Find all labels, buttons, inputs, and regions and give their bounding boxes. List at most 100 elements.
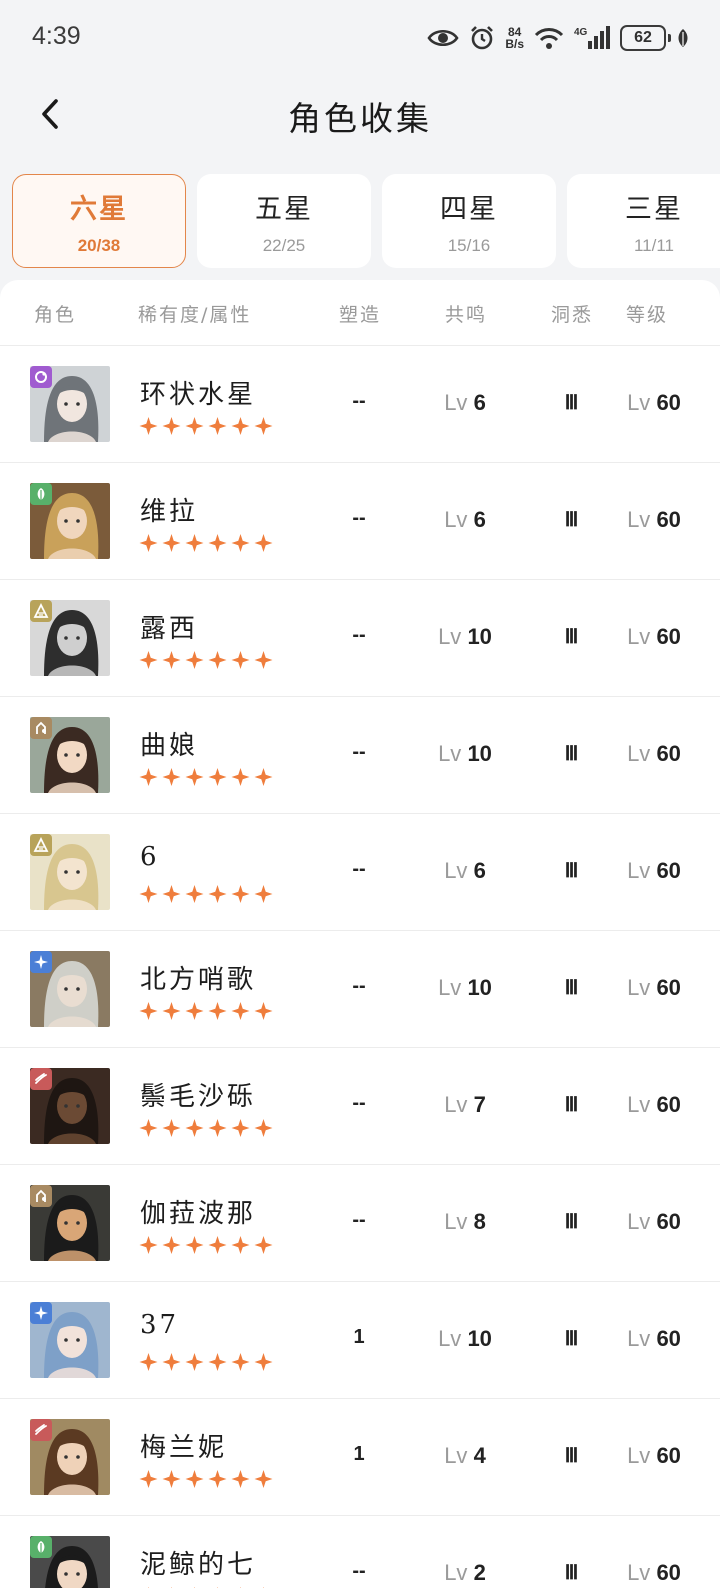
lv-prefix: Lv xyxy=(444,1209,468,1234)
star-icon xyxy=(161,533,182,553)
rarity-tabs: 六星 20/38 五星 22/25 四星 15/16 三星 11/11 xyxy=(12,174,720,268)
level-value: Lv 60 xyxy=(604,1560,704,1586)
star-icon xyxy=(184,1352,205,1372)
table-row[interactable]: 维拉 -- Lv 6 Ⅲ Lv 60 xyxy=(0,463,720,580)
star-icon xyxy=(230,416,251,436)
star-icon xyxy=(138,650,159,670)
mineral-icon xyxy=(30,1185,52,1207)
lv-prefix: Lv xyxy=(444,1092,468,1117)
star-icon xyxy=(184,1235,205,1255)
star-icon xyxy=(253,1469,274,1489)
table-row[interactable]: 环状水星 -- Lv 6 Ⅲ Lv 60 xyxy=(0,346,720,463)
tab-3[interactable]: 三星 11/11 xyxy=(567,174,720,268)
level-number: 60 xyxy=(656,1092,681,1117)
rarity-stars xyxy=(138,1235,274,1255)
column-character: 角色 xyxy=(34,304,77,326)
lv-prefix: Lv xyxy=(627,624,651,649)
battery-icon: 62 xyxy=(620,25,671,51)
level-value: Lv 60 xyxy=(604,624,704,650)
sculpt-value: -- xyxy=(352,858,366,880)
star-icon xyxy=(207,767,228,787)
star-icon xyxy=(230,1118,251,1138)
star-icon xyxy=(184,884,205,904)
column-insight: 洞悉 xyxy=(551,304,594,326)
star-icon xyxy=(230,1469,251,1489)
resonance-value: Lv 10 xyxy=(415,741,515,767)
star-icon xyxy=(184,767,205,787)
signal-icon: 4G xyxy=(574,25,610,51)
star-icon xyxy=(207,884,228,904)
character-name: 泥鲸的七 xyxy=(140,1550,257,1580)
table-row[interactable]: 曲娘 -- Lv 10 Ⅲ Lv 60 xyxy=(0,697,720,814)
table-row[interactable]: 露西 -- Lv 10 Ⅲ Lv 60 xyxy=(0,580,720,697)
lv-prefix: Lv xyxy=(627,858,651,883)
star-icon xyxy=(138,884,159,904)
sculpt-value: 1 xyxy=(353,1326,365,1348)
tab-1[interactable]: 五星 22/25 xyxy=(197,174,371,268)
star-icon xyxy=(161,1235,182,1255)
table-row[interactable]: 泥鲸的七 -- Lv 2 Ⅲ Lv 60 xyxy=(0,1516,720,1588)
level-value: Lv 60 xyxy=(604,1326,704,1352)
star-icon xyxy=(161,1001,182,1021)
lv-prefix: Lv xyxy=(627,1560,651,1585)
alarm-icon xyxy=(469,25,495,51)
tab-0[interactable]: 六星 20/38 xyxy=(12,174,186,268)
sculpt-value: -- xyxy=(352,507,366,529)
star-icon xyxy=(138,1118,159,1138)
star-icon xyxy=(253,767,274,787)
resonance-number: 10 xyxy=(467,1326,492,1351)
resonance-value: Lv 6 xyxy=(415,507,515,533)
resonance-number: 10 xyxy=(467,975,492,1000)
lv-prefix: Lv xyxy=(627,1209,651,1234)
level-number: 60 xyxy=(656,975,681,1000)
star-icon xyxy=(230,884,251,904)
star-icon xyxy=(138,1469,159,1489)
tab-count: 22/25 xyxy=(262,235,306,255)
resonance-value: Lv 4 xyxy=(415,1443,515,1469)
rarity-stars xyxy=(138,650,274,670)
lv-prefix: Lv xyxy=(627,1092,651,1117)
svg-text:4G: 4G xyxy=(574,27,588,38)
table-row[interactable]: 梅兰妮 1 Lv 4 Ⅲ Lv 60 xyxy=(0,1399,720,1516)
character-name: 北方哨歌 xyxy=(140,965,257,995)
lv-prefix: Lv xyxy=(627,975,651,1000)
star-icon xyxy=(207,533,228,553)
star-icon xyxy=(138,1235,159,1255)
star-icon xyxy=(161,884,182,904)
lv-prefix: Lv xyxy=(627,1443,651,1468)
lv-prefix: Lv xyxy=(627,741,651,766)
character-name: 37 xyxy=(140,1310,180,1340)
resonance-number: 4 xyxy=(473,1443,486,1468)
sculpt-value: -- xyxy=(352,1209,366,1231)
lv-prefix: Lv xyxy=(444,1560,468,1585)
table-row[interactable]: 北方哨歌 -- Lv 10 Ⅲ Lv 60 xyxy=(0,931,720,1048)
lv-prefix: Lv xyxy=(444,390,468,415)
star-icon xyxy=(253,1001,274,1021)
star-icon xyxy=(184,1001,205,1021)
star-icon xyxy=(161,767,182,787)
table-row[interactable]: 鬃毛沙砾 -- Lv 7 Ⅲ Lv 60 xyxy=(0,1048,720,1165)
table-row[interactable]: 37 1 Lv 10 Ⅲ Lv 60 xyxy=(0,1282,720,1399)
lv-prefix: Lv xyxy=(444,858,468,883)
level-value: Lv 60 xyxy=(604,390,704,416)
table-row[interactable]: 6 -- Lv 6 Ⅲ Lv 60 xyxy=(0,814,720,931)
star-icon xyxy=(184,533,205,553)
tab-2[interactable]: 四星 15/16 xyxy=(382,174,556,268)
table-row[interactable]: 伽菈波那 -- Lv 8 Ⅲ Lv 60 xyxy=(0,1165,720,1282)
beast-icon xyxy=(30,1068,52,1090)
resonance-number: 6 xyxy=(473,390,486,415)
resonance-number: 8 xyxy=(473,1209,486,1234)
lv-prefix: Lv xyxy=(444,1443,468,1468)
star-icon xyxy=(161,416,182,436)
leaf-icon xyxy=(676,28,690,48)
plant-icon xyxy=(30,1536,52,1558)
column-sculpt: 塑造 xyxy=(339,304,382,326)
star-icon xyxy=(207,1352,228,1372)
resonance-value: Lv 10 xyxy=(415,624,515,650)
star-icon xyxy=(161,1352,182,1372)
rarity-stars xyxy=(138,1352,274,1372)
star-icon xyxy=(207,1001,228,1021)
star-icon xyxy=(138,767,159,787)
star-icon xyxy=(138,533,159,553)
tab-label: 三星 xyxy=(625,193,683,225)
